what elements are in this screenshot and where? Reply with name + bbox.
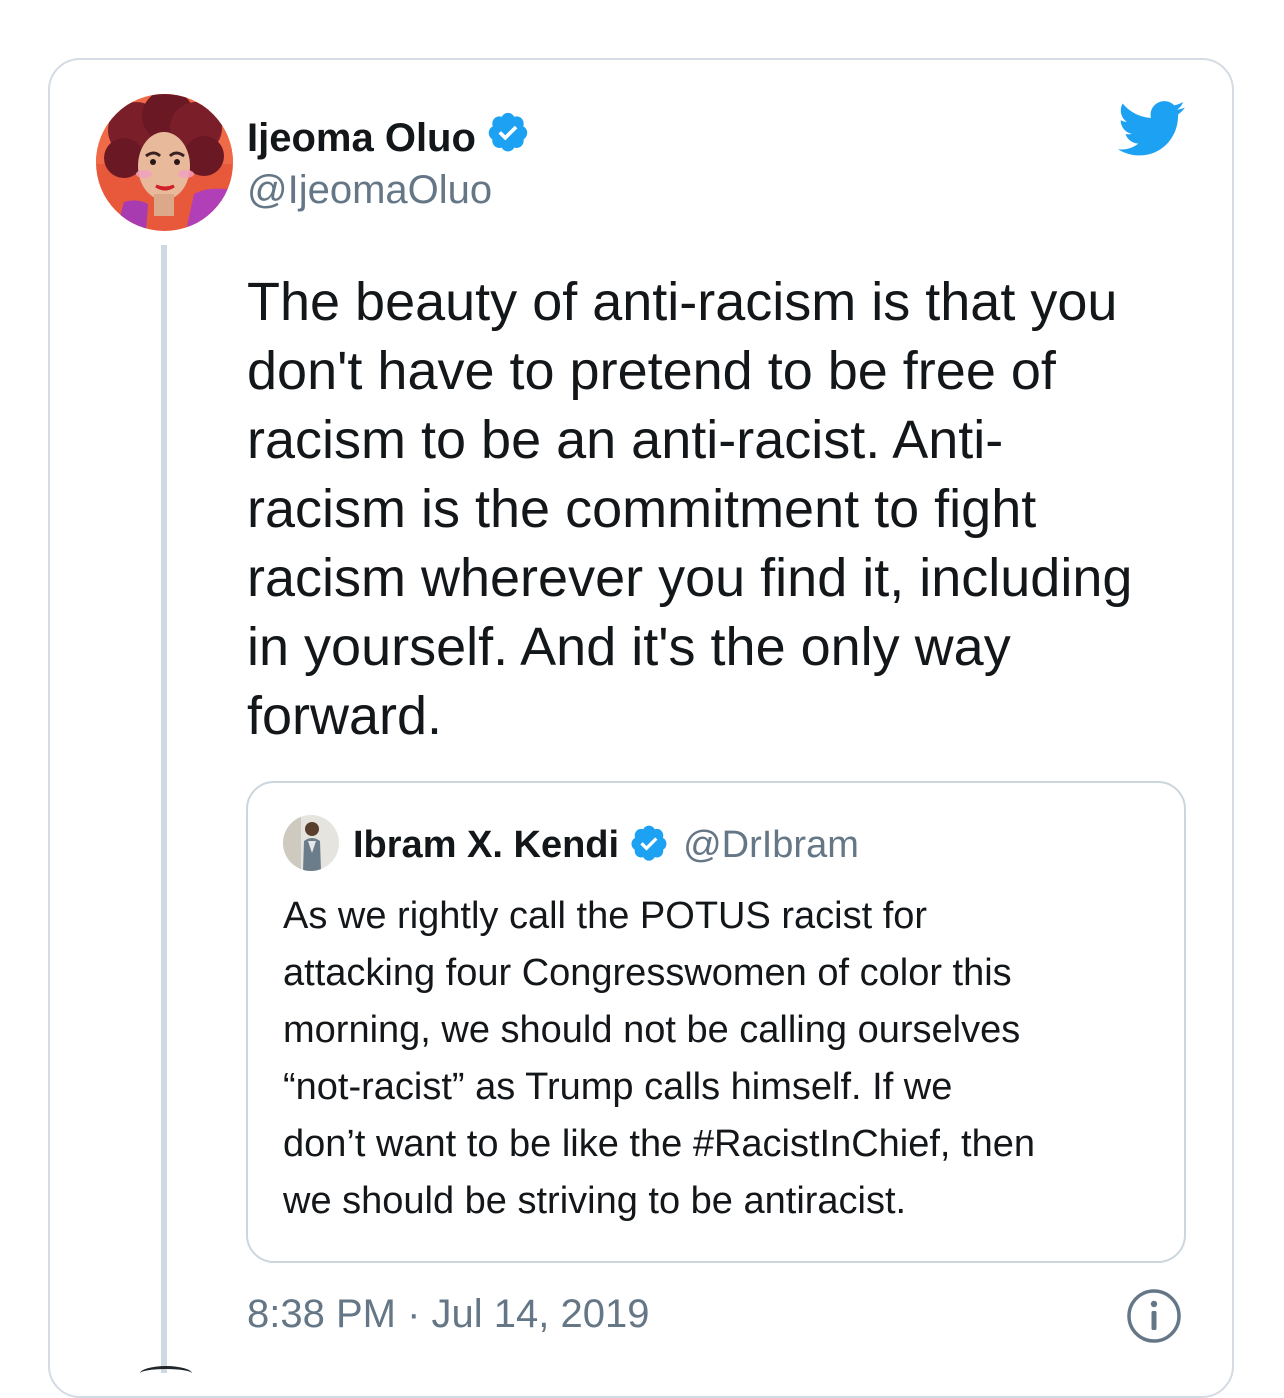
author-display-name[interactable]: Ijeoma Oluo [247,114,476,162]
quoted-text-line: don’t want to be like the #RacistInChief… [283,1123,1036,1165]
tweet-text-line: don't have to pretend to be free of [247,341,1056,401]
tweet-text-line: in yourself. And it's the only way [247,617,1011,677]
thread-connector-line [161,245,167,1373]
quoted-text-line: morning, we should not be calling oursel… [283,1009,1021,1051]
tweet-text-line: forward. [247,686,443,746]
quoted-text-line: As we rightly call the POTUS racist for [283,895,928,937]
twitter-bird-icon[interactable] [1118,100,1186,163]
tweet-timestamp[interactable]: 8:38 PM · Jul 14, 2019 [247,1288,649,1340]
quoted-tweet-body: As we rightly call the POTUS racist for … [283,888,1173,1230]
quoted-text-line: we should be striving to be antiracist. [283,1180,907,1222]
tweet-text-line: racism to be an anti-racist. Anti- [247,410,1004,470]
tweet-text-line: racism wherever you find it, including [247,548,1133,608]
quoted-text-line: “not-racist” as Trump calls himself. If … [283,1066,953,1108]
author-display-name-row[interactable]: Ijeoma Oluo [247,110,530,165]
verified-badge-icon [486,110,530,165]
tweet-body: The beauty of anti-racism is that you do… [247,268,1207,751]
quoted-text-line: attacking four Congresswomen of color th… [283,952,1012,994]
quoted-author-display-name[interactable]: Ibram X. Kendi [353,824,619,867]
author-handle[interactable]: @IjeomaOluo [247,166,492,214]
tweet-text-line: racism is the commitment to fight [247,479,1037,539]
verified-badge-icon [629,823,669,868]
quoted-author-row[interactable]: Ibram X. Kendi @DrIbram [353,820,859,870]
author-avatar[interactable] [96,94,233,231]
next-tweet-avatar-edge [140,1366,192,1381]
tweet-text-line: The beauty of anti-racism is that you [247,272,1118,332]
quoted-author-handle[interactable]: @DrIbram [683,824,859,867]
info-icon[interactable] [1126,1288,1182,1349]
quoted-author-avatar[interactable] [283,815,339,871]
